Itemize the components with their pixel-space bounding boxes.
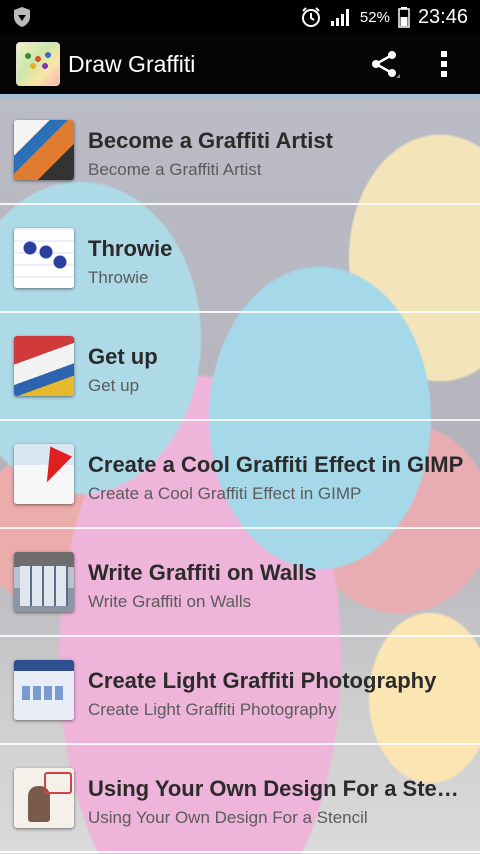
list-item[interactable]: Get up Get up	[0, 314, 480, 421]
item-thumbnail	[14, 660, 74, 720]
item-title: Throwie	[88, 236, 173, 261]
item-subtitle: Create Light Graffiti Photography	[88, 700, 337, 719]
item-subtitle: Create a Cool Graffiti Effect in GIMP	[88, 484, 362, 503]
share-icon	[372, 51, 400, 78]
item-thumbnail	[14, 228, 74, 288]
list-item[interactable]: Become a Graffiti Artist Become a Graffi…	[0, 98, 480, 205]
list-item[interactable]: Create Light Graffiti Photography Create…	[0, 638, 480, 745]
overflow-menu-button[interactable]	[424, 44, 464, 84]
clock: 23:46	[417, 5, 468, 28]
list-item[interactable]: Using Your Own Design For a Stencil Usin…	[0, 746, 480, 853]
item-thumbnail	[14, 768, 74, 828]
item-thumbnail	[14, 552, 74, 612]
list-item[interactable]: Write Graffiti on Walls Write Graffiti o…	[0, 530, 480, 637]
list-item[interactable]: Create a Cool Graffiti Effect in GIMP Cr…	[0, 422, 480, 529]
app-logo-icon	[16, 42, 60, 86]
item-subtitle: Become a Graffiti Artist	[88, 160, 262, 179]
item-thumbnail	[14, 120, 74, 180]
item-thumbnail	[14, 444, 74, 504]
battery-percent: 52%	[359, 8, 390, 26]
status-bar: 52% 23:46	[0, 0, 480, 34]
item-title: Write Graffiti on Walls	[88, 560, 317, 585]
item-title: Get up	[88, 344, 158, 369]
screen: 52% 23:46 Draw Graffiti Become a Graffit…	[0, 0, 480, 854]
item-subtitle: Get up	[88, 376, 140, 395]
article-list: Become a Graffiti Artist Become a Graffi…	[0, 98, 480, 854]
item-title: Become a Graffiti Artist	[88, 128, 333, 153]
security-shield-icon	[14, 7, 30, 27]
item-subtitle: Throwie	[88, 268, 149, 287]
app-title: Draw Graffiti	[68, 50, 196, 77]
item-title: Create Light Graffiti Photography	[88, 668, 437, 693]
alarm-icon	[301, 7, 320, 27]
list-item[interactable]: Throwie Throwie	[0, 206, 480, 313]
item-title: Using Your Own Design For a Stencil	[88, 776, 464, 801]
share-button[interactable]	[364, 44, 404, 84]
item-thumbnail	[14, 336, 74, 396]
item-subtitle: Using Your Own Design For a Stencil	[88, 808, 368, 827]
signal-icon	[330, 9, 349, 26]
app-bar: Draw Graffiti	[0, 34, 480, 94]
battery-icon	[398, 7, 410, 28]
item-title: Create a Cool Graffiti Effect in GIMP	[88, 452, 464, 477]
more-vert-icon	[441, 51, 447, 77]
item-subtitle: Write Graffiti on Walls	[88, 592, 252, 611]
